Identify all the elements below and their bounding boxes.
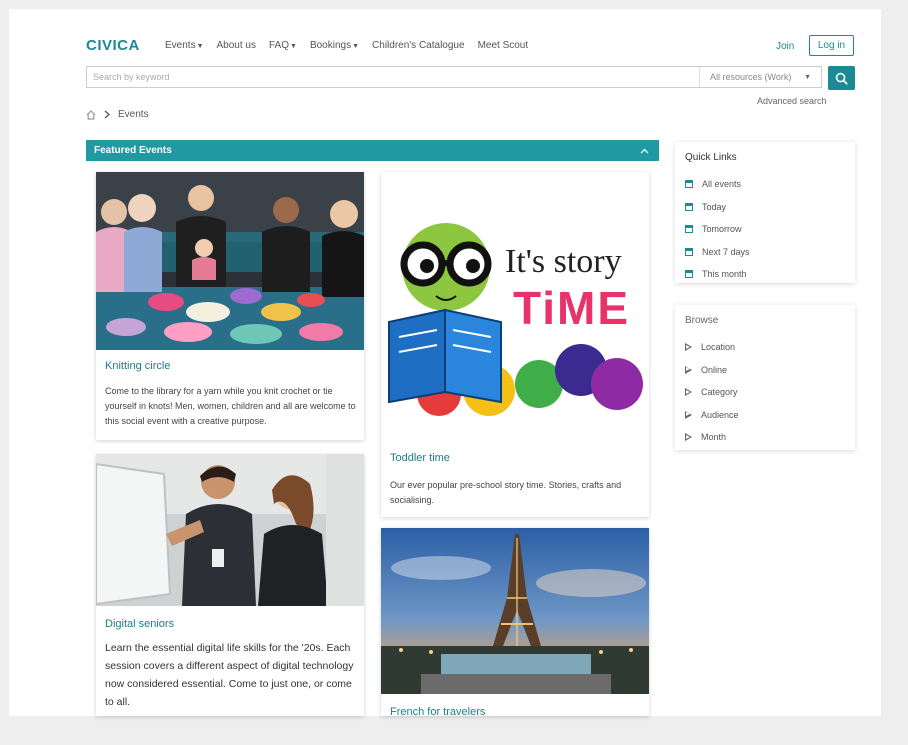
resource-select-value: All resources (Work)	[710, 72, 792, 82]
nav-about-us-label: About us	[216, 40, 256, 51]
calendar-icon	[685, 247, 693, 256]
event-description: Our ever popular pre-school story time. …	[390, 480, 622, 505]
nav-faq-label: FAQ	[269, 40, 290, 51]
quick-link-label: Today	[702, 201, 727, 212]
event-card-knitting-circle[interactable]: Knitting circle Come to the library for …	[96, 172, 364, 440]
quick-link-label: All events	[702, 179, 742, 190]
chevron-down-icon: ▼	[196, 43, 204, 50]
browse-month[interactable]: Month	[685, 426, 845, 449]
calendar-icon	[685, 180, 693, 189]
play-triangle-icon	[685, 343, 692, 352]
chevron-up-icon[interactable]	[640, 148, 649, 154]
join-link[interactable]: Join	[776, 41, 794, 52]
event-card-toddler-time[interactable]: It's story TiME Toddler time Our ever po…	[381, 172, 649, 517]
quick-link-next-7-days[interactable]: Next 7 days	[685, 241, 845, 264]
quick-links-title: Quick Links	[685, 152, 737, 163]
login-button[interactable]: Log in	[809, 35, 854, 56]
play-triangle-icon	[685, 433, 692, 442]
breadcrumb-current: Events	[118, 109, 149, 120]
search-bar: All resources (Work) ▼	[86, 66, 822, 88]
search-input[interactable]	[87, 67, 699, 87]
nav-bookings[interactable]: Bookings▼	[310, 40, 359, 51]
chevron-down-icon: ▼	[804, 73, 811, 81]
browse-category[interactable]: Category	[685, 381, 845, 404]
calendar-icon	[685, 270, 693, 279]
chevron-right-icon	[104, 110, 110, 119]
nav-meet-scout[interactable]: Meet Scout	[478, 40, 529, 51]
play-triangle-icon	[685, 410, 692, 419]
event-card-french-for-travelers[interactable]: French for travelers	[381, 528, 649, 716]
nav-meet-scout-label: Meet Scout	[477, 40, 529, 51]
home-icon[interactable]	[86, 109, 96, 120]
toddler-time-image: It's story TiME	[381, 172, 649, 440]
civica-logo[interactable]: CIVICA	[86, 37, 140, 54]
browse-label: Month	[701, 432, 727, 443]
event-description: Learn the essential digital life skills …	[105, 642, 354, 708]
main-nav: Events▼ About us FAQ▼ Bookings▼ Children…	[165, 40, 528, 51]
browse-title: Browse	[685, 315, 719, 326]
chevron-down-icon: ▼	[290, 43, 297, 50]
browse-online[interactable]: Online	[685, 359, 845, 382]
event-card-digital-seniors[interactable]: Digital seniors Learn the essential digi…	[96, 454, 364, 716]
browse-label: Online	[701, 364, 728, 375]
search-button[interactable]	[828, 66, 855, 90]
browse-audience[interactable]: Audience	[685, 404, 845, 427]
nav-childrens-catalogue[interactable]: Children's Catalogue	[372, 40, 465, 51]
french-for-travelers-image	[381, 528, 649, 694]
browse-label: Audience	[701, 409, 739, 420]
nav-bookings-label: Bookings	[309, 40, 352, 51]
quick-link-today[interactable]: Today	[685, 196, 845, 219]
story-time-big-text: TiME	[513, 282, 630, 334]
knitting-circle-image	[96, 172, 364, 350]
browse-label: Category	[701, 387, 738, 398]
quick-link-this-month[interactable]: This month	[685, 263, 845, 286]
story-time-text: It's story	[505, 243, 622, 280]
event-title[interactable]: French for travelers	[390, 706, 641, 716]
play-triangle-icon	[685, 388, 692, 397]
nav-childrens-catalogue-label: Children's Catalogue	[372, 40, 465, 51]
quick-link-label: Next 7 days	[702, 246, 750, 257]
featured-events-header[interactable]: Featured Events	[86, 140, 659, 161]
featured-events-title: Featured Events	[94, 145, 172, 156]
event-description: Come to the library for a yarn while you…	[105, 386, 356, 426]
quick-links-panel: Quick Links All events Today Tomorrow Ne…	[675, 142, 855, 283]
resource-select[interactable]: All resources (Work) ▼	[699, 67, 821, 87]
chevron-down-icon: ▼	[352, 43, 360, 50]
nav-events[interactable]: Events▼	[165, 40, 204, 51]
nav-about-us[interactable]: About us	[217, 40, 256, 51]
breadcrumb: Events	[86, 109, 149, 120]
browse-label: Location	[701, 342, 736, 353]
event-title[interactable]: Toddler time	[390, 452, 641, 464]
quick-link-tomorrow[interactable]: Tomorrow	[685, 218, 845, 241]
play-triangle-icon	[685, 365, 692, 374]
search-icon	[835, 72, 848, 85]
browse-location[interactable]: Location	[685, 336, 845, 359]
nav-faq[interactable]: FAQ▼	[269, 40, 297, 51]
digital-seniors-image	[96, 454, 364, 606]
browse-panel: Browse Location Online Category Audience…	[675, 305, 855, 450]
quick-link-label: This month	[702, 269, 747, 280]
calendar-icon	[685, 225, 693, 234]
quick-link-all-events[interactable]: All events	[685, 173, 845, 196]
advanced-search-link[interactable]: Advanced search	[757, 96, 827, 106]
nav-events-label: Events	[165, 40, 196, 51]
calendar-icon	[685, 202, 693, 211]
quick-link-label: Tomorrow	[702, 224, 742, 235]
event-title[interactable]: Digital seniors	[105, 618, 356, 630]
event-title[interactable]: Knitting circle	[105, 360, 356, 372]
